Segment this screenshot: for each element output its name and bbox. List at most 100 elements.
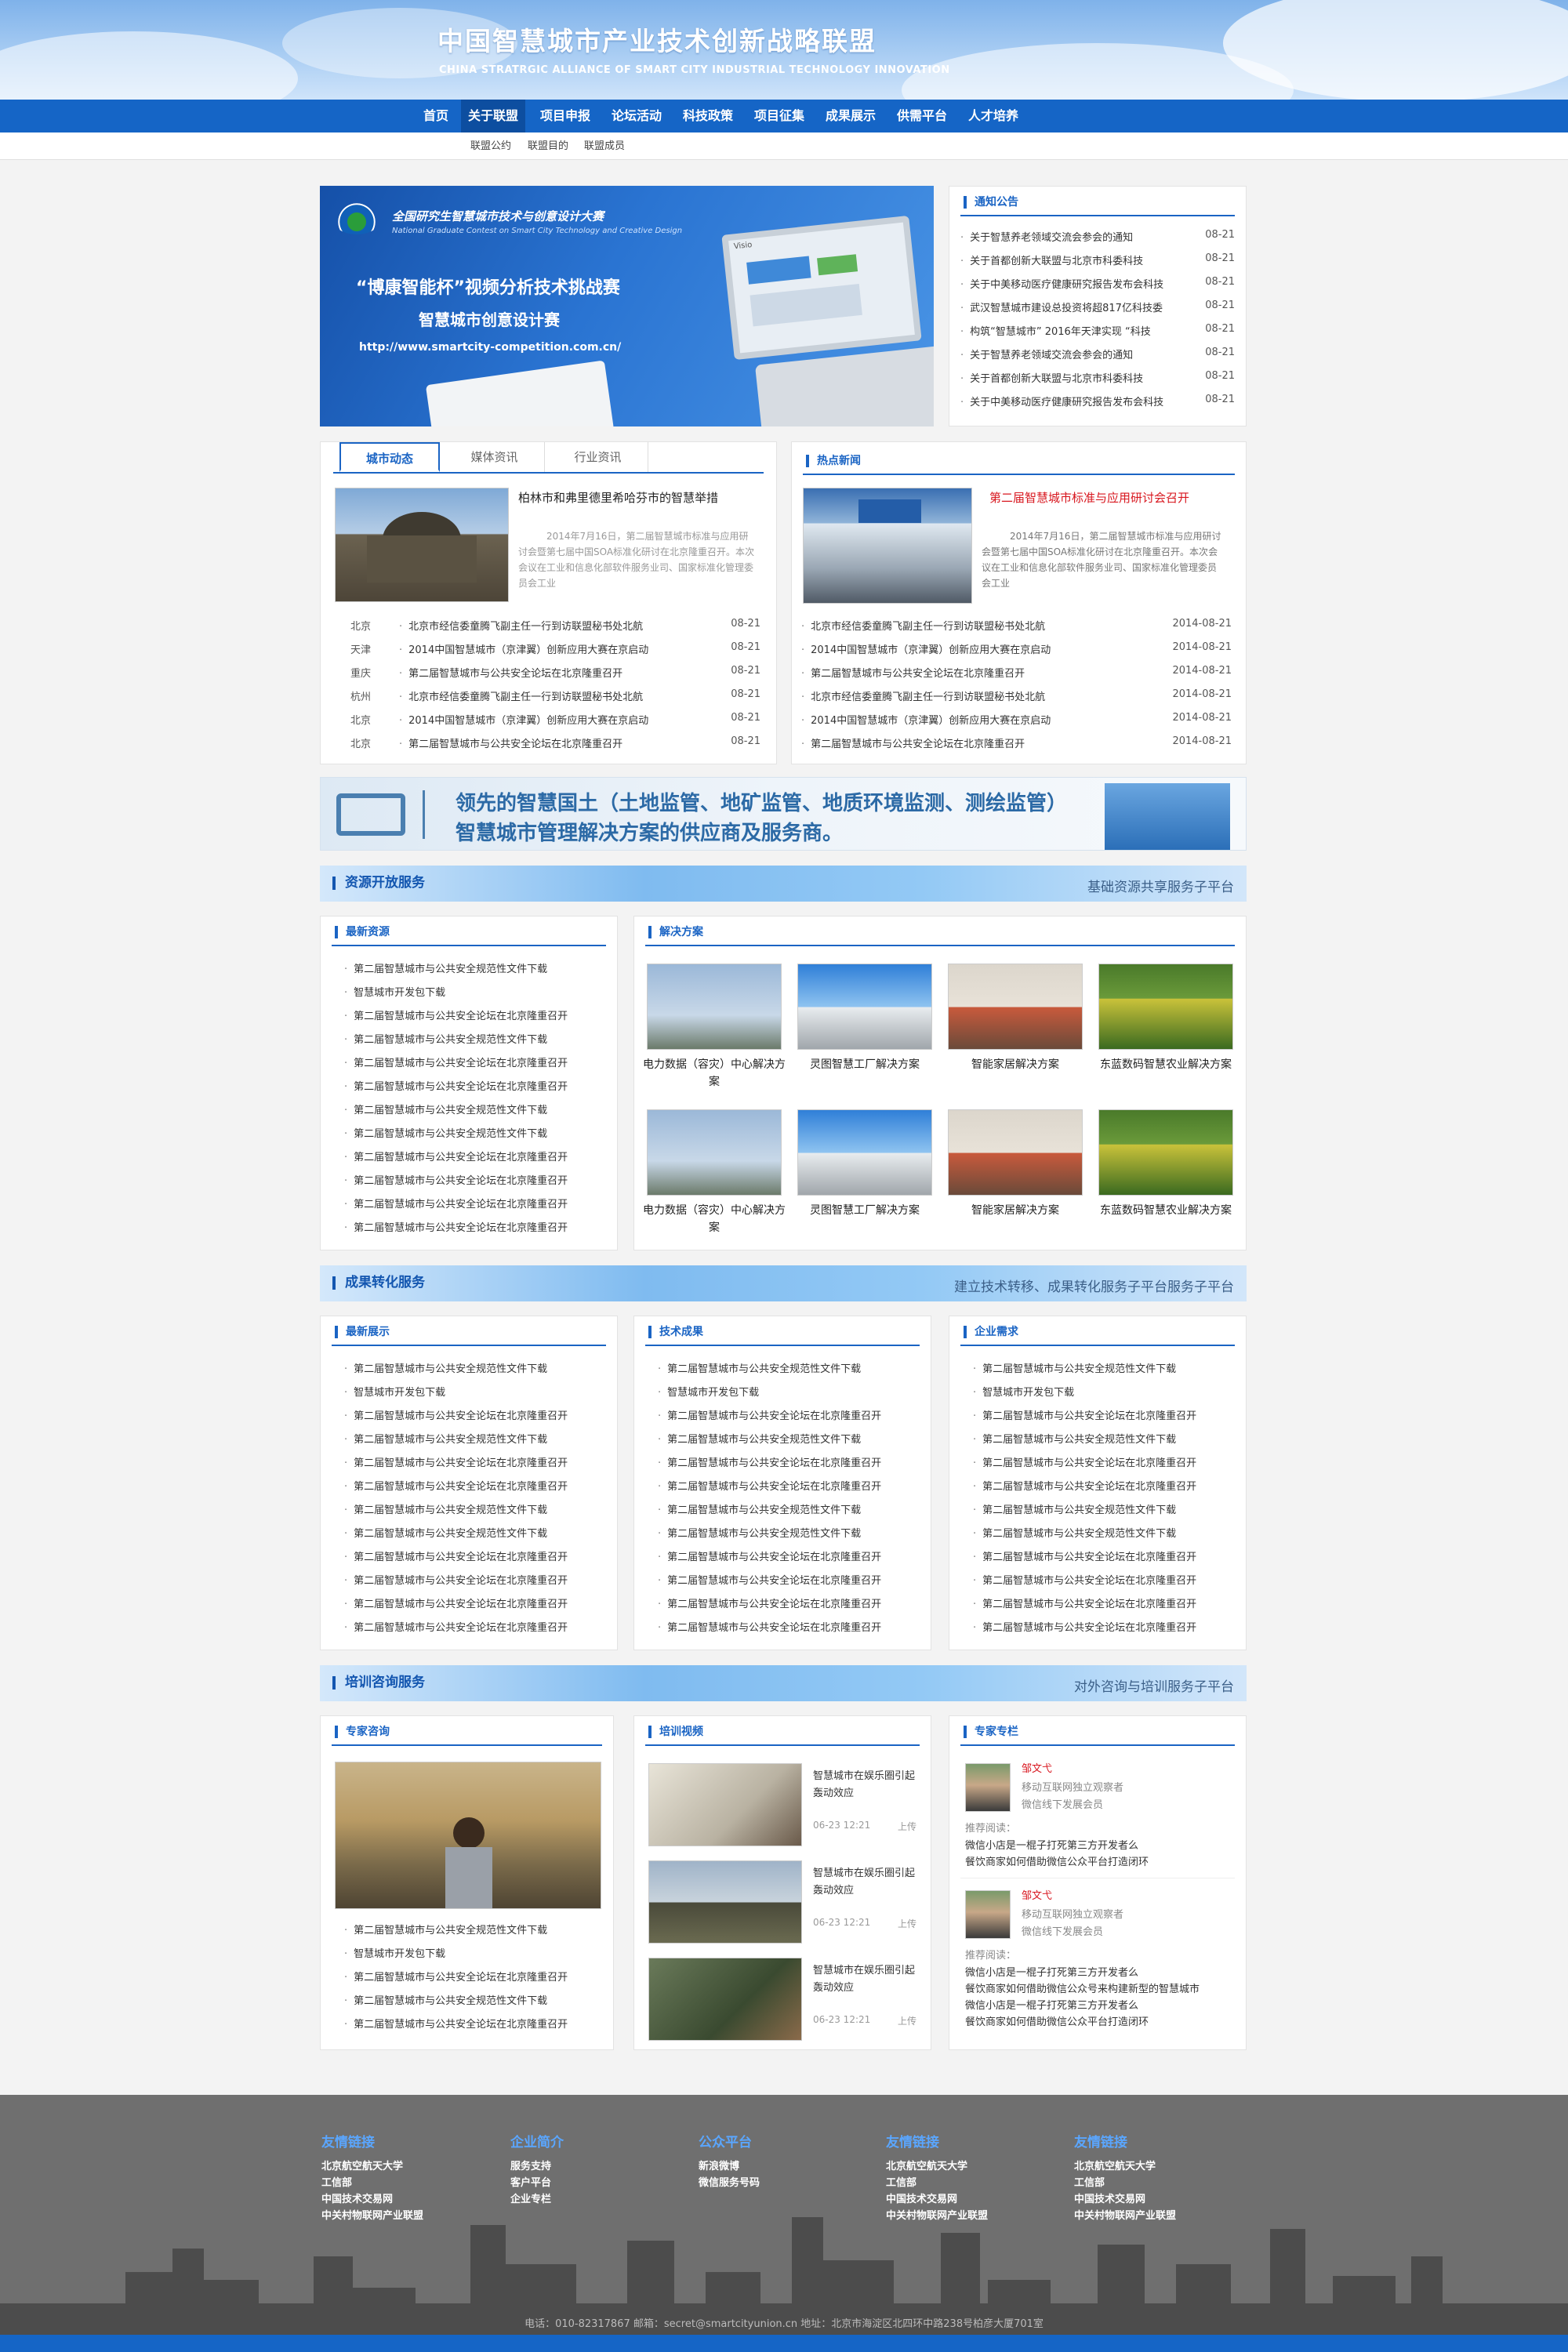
achievement-item[interactable]: 第二届智慧城市与公共安全论坛在北京隆重召开 <box>344 1572 603 1587</box>
solution-photo[interactable] <box>1098 964 1233 1050</box>
nav-talent[interactable]: 人才培养 <box>962 100 1025 132</box>
city-news-item[interactable]: 2014中国智慧城市（京津翼）创新应用大赛在京启动 <box>399 641 681 656</box>
recommend-link[interactable]: 餐饮商家如何借助微信公众平台打造闭环 <box>965 1853 1236 1868</box>
notice-item[interactable]: 关于首都创新大联盟与北京市科委科技 <box>960 370 1188 385</box>
footer-link[interactable]: 工信部 <box>1074 2174 1105 2189</box>
achievement-item[interactable]: 第二届智慧城市与公共安全规范性文件下载 <box>973 1525 1232 1540</box>
achievement-item[interactable]: 第二届智慧城市与公共安全论坛在北京隆重召开 <box>658 1454 916 1469</box>
resource-item[interactable]: 第二届智慧城市与公共安全规范性文件下载 <box>344 1031 603 1046</box>
achievement-item[interactable]: 第二届智慧城市与公共安全论坛在北京隆重召开 <box>658 1548 916 1563</box>
hot-news-item[interactable]: 2014中国智慧城市（京津翼）创新应用大赛在京启动 <box>801 641 1099 656</box>
recommend-link[interactable]: 微信小店是一棍子打死第三方开发者么 <box>965 1837 1236 1852</box>
achievement-item[interactable]: 第二届智慧城市与公共安全论坛在北京隆重召开 <box>973 1572 1232 1587</box>
video-thumbnail[interactable] <box>648 1958 802 2041</box>
footer-link[interactable]: 微信服务号码 <box>699 2174 760 2189</box>
resource-item[interactable]: 第二届智慧城市与公共安全论坛在北京隆重召开 <box>344 1054 603 1069</box>
footer-link[interactable]: 中国技术交易网 <box>886 2190 957 2205</box>
achievement-item[interactable]: 第二届智慧城市与公共安全论坛在北京隆重召开 <box>658 1478 916 1493</box>
nav-home[interactable]: 首页 <box>417 100 455 132</box>
hot-news-item[interactable]: 北京市经信委童腾飞副主任一行到访联盟秘书处北航 <box>801 618 1099 633</box>
tab-industry[interactable]: 行业资讯 <box>548 442 648 472</box>
achievement-item[interactable]: 第二届智慧城市与公共安全规范性文件下载 <box>658 1525 916 1540</box>
achievement-item[interactable]: 第二届智慧城市与公共安全论坛在北京隆重召开 <box>344 1548 603 1563</box>
hot-news-item[interactable]: 第二届智慧城市与公共安全论坛在北京隆重召开 <box>801 665 1099 680</box>
expert-item[interactable]: 第二届智慧城市与公共安全论坛在北京隆重召开 <box>344 1969 603 1984</box>
footer-link[interactable]: 中国技术交易网 <box>321 2190 393 2205</box>
achievement-item[interactable]: 第二届智慧城市与公共安全规范性文件下载 <box>344 1525 603 1540</box>
city-news-item[interactable]: 北京市经信委童腾飞副主任一行到访联盟秘书处北航 <box>399 688 681 703</box>
solution-photo[interactable] <box>797 964 932 1050</box>
achievement-item[interactable]: 第二届智慧城市与公共安全论坛在北京隆重召开 <box>973 1478 1232 1493</box>
hot-feature-title[interactable]: 第二届智慧城市标准与应用研讨会召开 <box>989 489 1189 506</box>
achievement-item[interactable]: 第二届智慧城市与公共安全论坛在北京隆重召开 <box>973 1407 1232 1422</box>
footer-link[interactable]: 中关村物联网产业联盟 <box>1074 2207 1176 2222</box>
city-news-item[interactable]: 第二届智慧城市与公共安全论坛在北京隆重召开 <box>399 735 681 750</box>
video-thumbnail[interactable] <box>648 1860 802 1944</box>
notice-item[interactable]: 关于智慧养老领域交流会参会的通知 <box>960 229 1188 244</box>
tab-media[interactable]: 媒体资讯 <box>445 442 545 472</box>
achievement-item[interactable]: 第二届智慧城市与公共安全规范性文件下载 <box>973 1501 1232 1516</box>
city-news-item[interactable]: 2014中国智慧城市（京津翼）创新应用大赛在京启动 <box>399 712 681 727</box>
achievement-item[interactable]: 第二届智慧城市与公共安全论坛在北京隆重召开 <box>658 1595 916 1610</box>
hero-banner[interactable]: 全国研究生智慧城市技术与创意设计大赛 National Graduate Con… <box>320 186 934 426</box>
footer-link[interactable]: 北京航空航天大学 <box>321 2158 403 2172</box>
resource-item[interactable]: 第二届智慧城市与公共安全论坛在北京隆重召开 <box>344 1172 603 1187</box>
solution-photo[interactable] <box>647 964 782 1050</box>
solution-caption[interactable]: 灵图智慧工厂解决方案 <box>793 1202 937 1219</box>
expert-name[interactable]: 邹文弋 <box>1022 1760 1052 1775</box>
resource-item[interactable]: 第二届智慧城市与公共安全论坛在北京隆重召开 <box>344 1149 603 1163</box>
nav-forum[interactable]: 论坛活动 <box>605 100 668 132</box>
resource-item[interactable]: 第二届智慧城市与公共安全论坛在北京隆重召开 <box>344 1007 603 1022</box>
notice-item[interactable]: 武汉智慧城市建设总投资将超817亿科技委 <box>960 299 1188 314</box>
solution-caption[interactable]: 灵图智慧工厂解决方案 <box>793 1056 937 1073</box>
recommend-link[interactable]: 微信小店是一棍子打死第三方开发者么 <box>965 1964 1236 1979</box>
achievement-item[interactable]: 第二届智慧城市与公共安全论坛在北京隆重召开 <box>344 1619 603 1634</box>
achievement-item[interactable]: 智慧城市开发包下载 <box>973 1384 1232 1399</box>
hot-news-item[interactable]: 第二届智慧城市与公共安全论坛在北京隆重召开 <box>801 735 1099 750</box>
footer-link[interactable]: 新浪微博 <box>699 2158 739 2172</box>
achievement-item[interactable]: 第二届智慧城市与公共安全论坛在北京隆重召开 <box>973 1454 1232 1469</box>
achievement-item[interactable]: 第二届智慧城市与公共安全规范性文件下载 <box>658 1360 916 1375</box>
resource-item[interactable]: 第二届智慧城市与公共安全规范性文件下载 <box>344 1102 603 1116</box>
solution-caption[interactable]: 东蓝数码智慧农业解决方案 <box>1094 1202 1238 1219</box>
footer-link[interactable]: 中国技术交易网 <box>1074 2190 1145 2205</box>
achievement-item[interactable]: 第二届智慧城市与公共安全论坛在北京隆重召开 <box>658 1619 916 1634</box>
expert-item[interactable]: 第二届智慧城市与公共安全规范性文件下载 <box>344 1922 603 1936</box>
achievement-item[interactable]: 第二届智慧城市与公共安全规范性文件下载 <box>344 1360 603 1375</box>
achievement-item[interactable]: 第二届智慧城市与公共安全论坛在北京隆重召开 <box>344 1595 603 1610</box>
achievement-item[interactable]: 第二届智慧城市与公共安全规范性文件下载 <box>973 1431 1232 1446</box>
expert-avatar[interactable] <box>965 1763 1011 1812</box>
resource-item[interactable]: 第二届智慧城市与公共安全论坛在北京隆重召开 <box>344 1078 603 1093</box>
subnav-members[interactable]: 联盟成员 <box>584 132 625 160</box>
achievement-item[interactable]: 第二届智慧城市与公共安全论坛在北京隆重召开 <box>658 1572 916 1587</box>
achievement-item[interactable]: 第二届智慧城市与公共安全规范性文件下载 <box>658 1501 916 1516</box>
notice-item[interactable]: 关于智慧养老领域交流会参会的通知 <box>960 347 1188 361</box>
achievement-item[interactable]: 第二届智慧城市与公共安全论坛在北京隆重召开 <box>658 1407 916 1422</box>
hot-news-item[interactable]: 北京市经信委童腾飞副主任一行到访联盟秘书处北航 <box>801 688 1099 703</box>
achievement-item[interactable]: 第二届智慧城市与公共安全规范性文件下载 <box>344 1431 603 1446</box>
subnav-purpose[interactable]: 联盟目的 <box>528 132 568 160</box>
footer-link[interactable]: 北京航空航天大学 <box>886 2158 967 2172</box>
nav-project-apply[interactable]: 项目申报 <box>534 100 597 132</box>
expert-avatar[interactable] <box>965 1890 1011 1939</box>
video-title[interactable]: 智慧城市在娱乐圈引起轰动效应 <box>813 1768 919 1802</box>
solution-caption[interactable]: 电力数据（容灾）中心解决方案 <box>642 1202 786 1236</box>
solution-photo[interactable] <box>948 964 1083 1050</box>
footer-link[interactable]: 中关村物联网产业联盟 <box>321 2207 423 2222</box>
footer-link[interactable]: 客户平台 <box>510 2174 551 2189</box>
achievement-item[interactable]: 第二届智慧城市与公共安全论坛在北京隆重召开 <box>344 1407 603 1422</box>
expert-photo[interactable] <box>335 1762 601 1909</box>
achievement-item[interactable]: 第二届智慧城市与公共安全论坛在北京隆重召开 <box>973 1619 1232 1634</box>
recommend-link[interactable]: 餐饮商家如何借助微信公众号来构建新型的智慧城市 <box>965 1980 1236 1995</box>
solution-photo[interactable] <box>647 1109 782 1196</box>
resource-item[interactable]: 第二届智慧城市与公共安全论坛在北京隆重召开 <box>344 1196 603 1210</box>
resource-item[interactable]: 第二届智慧城市与公共安全规范性文件下载 <box>344 1125 603 1140</box>
achievement-item[interactable]: 第二届智慧城市与公共安全规范性文件下载 <box>344 1501 603 1516</box>
recommend-link[interactable]: 微信小店是一棍子打死第三方开发者么 <box>965 1997 1236 2012</box>
achievement-item[interactable]: 智慧城市开发包下载 <box>658 1384 916 1399</box>
achievement-item[interactable]: 第二届智慧城市与公共安全规范性文件下载 <box>973 1360 1232 1375</box>
solution-caption[interactable]: 智能家居解决方案 <box>943 1202 1087 1219</box>
solution-caption[interactable]: 电力数据（容灾）中心解决方案 <box>642 1056 786 1091</box>
solution-photo[interactable] <box>948 1109 1083 1196</box>
achievement-item[interactable]: 第二届智慧城市与公共安全论坛在北京隆重召开 <box>344 1454 603 1469</box>
